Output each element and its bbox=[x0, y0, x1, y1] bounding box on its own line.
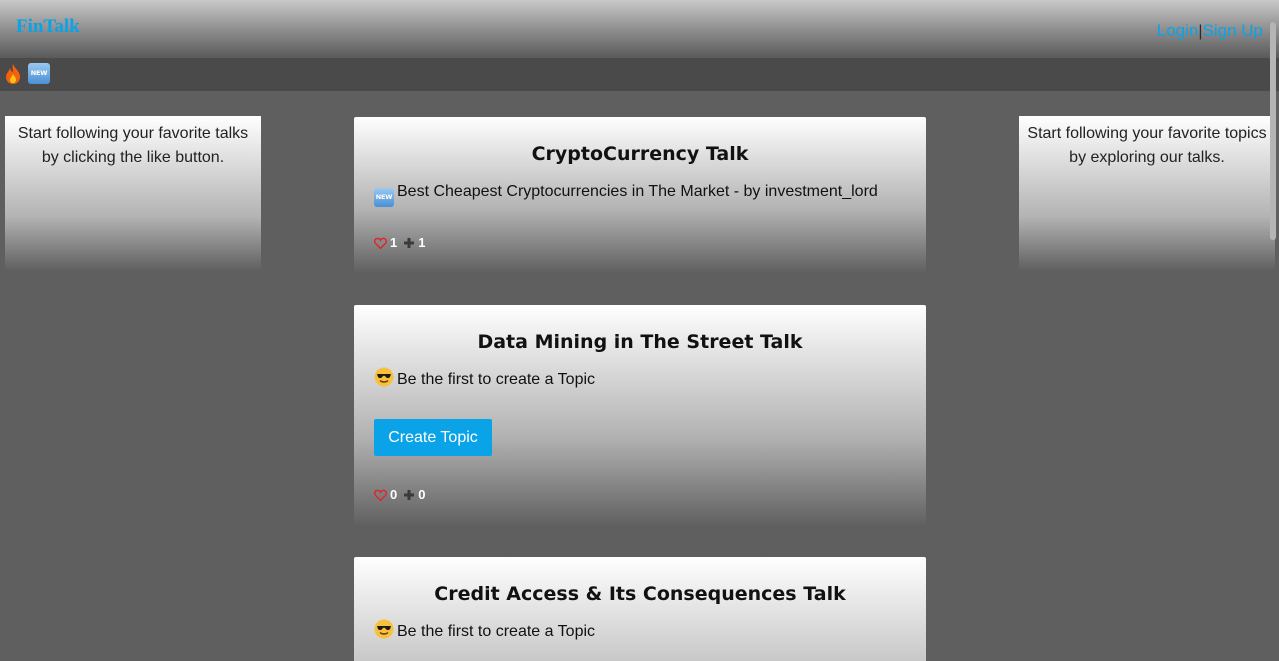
auth-links: Login|Sign Up bbox=[1157, 21, 1263, 41]
topic-line: Be the first to create a Topic bbox=[374, 367, 595, 389]
right-info-text: Start following your favorite topics by … bbox=[1027, 125, 1267, 166]
left-info-text: Start following your favorite talks by c… bbox=[17, 125, 249, 166]
topic-prompt: Be the first to create a Topic bbox=[397, 371, 596, 388]
create-topic-button[interactable]: Create Topic bbox=[374, 419, 492, 456]
talk-card: Data Mining in The Street Talk Be the fi… bbox=[354, 305, 926, 525]
topic-line: Be the first to create a Topic bbox=[374, 619, 595, 641]
login-link[interactable]: Login bbox=[1157, 21, 1199, 40]
talk-card: CryptoCurrency Talk NEW Best Cheapest Cry… bbox=[354, 117, 926, 272]
plus-icon[interactable] bbox=[403, 489, 415, 501]
new-badge-icon: NEW bbox=[374, 188, 394, 207]
talk-stats: 00 bbox=[374, 487, 431, 502]
talk-title[interactable]: CryptoCurrency Talk bbox=[354, 143, 926, 165]
filter-bar bbox=[0, 58, 1279, 91]
follow-count: 1 bbox=[418, 235, 426, 250]
topic-prompt: Be the first to create a Topic bbox=[397, 623, 596, 640]
plus-icon[interactable] bbox=[403, 237, 415, 249]
new-badge-icon[interactable]: NEW bbox=[28, 63, 50, 84]
heart-icon[interactable] bbox=[374, 489, 387, 502]
page-scrollbar[interactable] bbox=[1270, 22, 1276, 240]
follow-count: 0 bbox=[418, 487, 426, 502]
sunglasses-face-icon bbox=[374, 619, 394, 639]
topic-line: NEW Best Cheapest Cryptocurrencies in The… bbox=[374, 183, 878, 207]
sunglasses-face-icon bbox=[374, 367, 394, 387]
like-count: 1 bbox=[390, 235, 398, 250]
top-navbar: FinTalk Login|Sign Up bbox=[0, 0, 1279, 58]
topic-link[interactable]: Best Cheapest Cryptocurrencies in The Ma… bbox=[397, 183, 878, 200]
signup-link[interactable]: Sign Up bbox=[1203, 21, 1263, 40]
brand-logo-link[interactable]: FinTalk bbox=[16, 16, 80, 38]
talk-title[interactable]: Data Mining in The Street Talk bbox=[354, 331, 926, 353]
talk-card: Credit Access & Its Consequences Talk Be… bbox=[354, 557, 926, 661]
right-info-panel: Start following your favorite topics by … bbox=[1019, 116, 1275, 271]
like-count: 0 bbox=[390, 487, 398, 502]
talk-title[interactable]: Credit Access & Its Consequences Talk bbox=[354, 583, 926, 605]
fire-icon[interactable] bbox=[4, 63, 22, 85]
left-info-panel: Start following your favorite talks by c… bbox=[5, 116, 261, 271]
heart-icon[interactable] bbox=[374, 237, 387, 250]
talk-stats: 11 bbox=[374, 235, 431, 250]
